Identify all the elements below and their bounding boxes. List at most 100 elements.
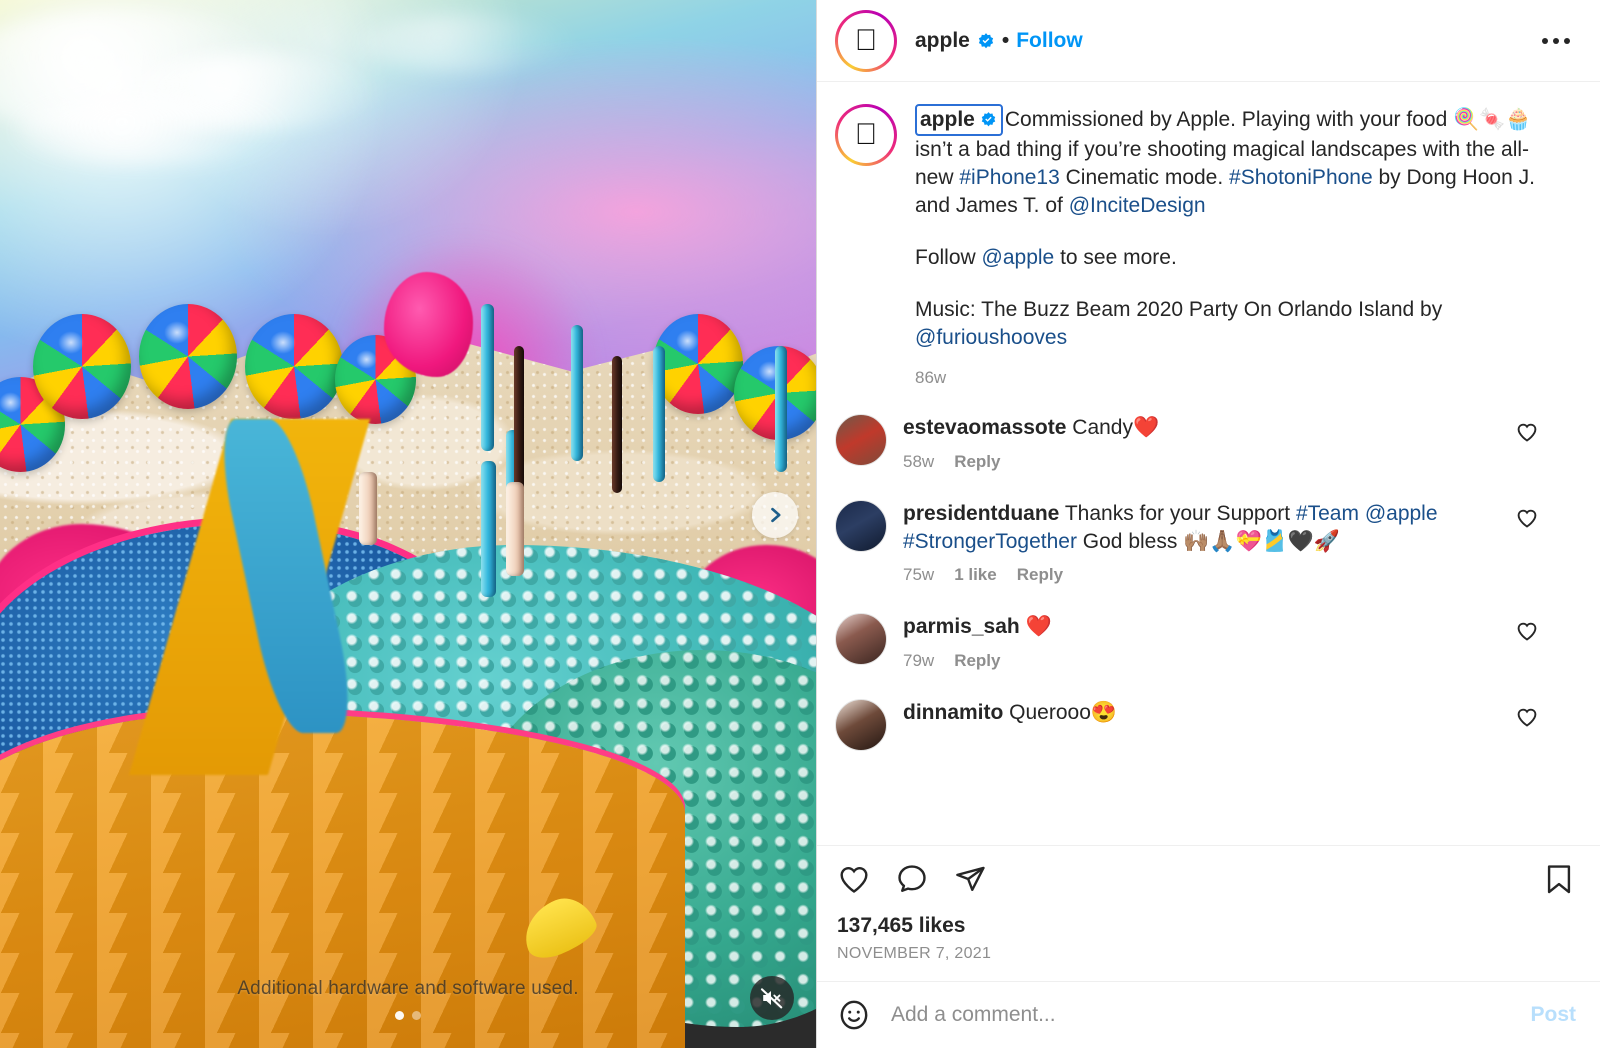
heart-outline-icon bbox=[1517, 423, 1537, 442]
emoji-smiley-icon bbox=[840, 1000, 868, 1030]
caption-follow-text-a: Follow bbox=[915, 245, 982, 269]
comment-meta: 75w 1 like Reply bbox=[903, 565, 1503, 585]
comment-text: estevaomassote Candy❤️ bbox=[903, 414, 1503, 442]
avatar[interactable] bbox=[835, 613, 887, 666]
comment-username[interactable]: parmis_sah bbox=[903, 615, 1020, 638]
carousel-next-button[interactable] bbox=[752, 492, 798, 538]
more-options-button[interactable] bbox=[1534, 30, 1578, 52]
comment-emoji: ❤️ bbox=[1132, 416, 1160, 440]
verified-badge-icon bbox=[980, 111, 998, 129]
comment-bubble-icon bbox=[898, 865, 926, 892]
carousel-dots bbox=[0, 1011, 816, 1020]
muted-speaker-icon bbox=[760, 988, 783, 1009]
caption-text-1: Commissioned by Apple. Playing with your… bbox=[1004, 108, 1454, 131]
verified-badge-icon bbox=[977, 32, 995, 50]
candy-stick bbox=[481, 461, 497, 598]
carousel-dot[interactable] bbox=[412, 1011, 421, 1020]
comment-meta: 79w Reply bbox=[903, 651, 1503, 671]
caption-text-3: Cinematic mode. bbox=[1059, 165, 1230, 189]
comment-text: presidentduane Thanks for your Support #… bbox=[903, 500, 1503, 555]
comment-emoji: 🙌🏽🙏🏽💝🎽🖤🚀 bbox=[1183, 529, 1341, 553]
comment-reply-button[interactable]: Reply bbox=[1017, 565, 1063, 585]
comment-message-2: God bless bbox=[1076, 529, 1184, 553]
avatar[interactable] bbox=[835, 414, 887, 467]
media-overlay-caption: Additional hardware and software used. bbox=[237, 978, 579, 999]
avatar:  bbox=[840, 109, 892, 161]
comment-reply-button[interactable]: Reply bbox=[954, 651, 1000, 671]
avatar:  bbox=[840, 14, 892, 67]
emoji-picker-button[interactable] bbox=[837, 998, 871, 1032]
comment-like-button[interactable] bbox=[1515, 420, 1541, 449]
header-username[interactable]: apple bbox=[915, 29, 970, 53]
comment-mention-apple[interactable]: @apple bbox=[1365, 502, 1438, 525]
mention-furioushooves[interactable]: @furioushooves bbox=[915, 326, 1067, 349]
comment-item: presidentduane Thanks for your Support #… bbox=[817, 486, 1600, 599]
comment-button[interactable] bbox=[895, 862, 929, 896]
hashtag-iphone13[interactable]: #iPhone13 bbox=[959, 166, 1059, 189]
comment-reply-button[interactable]: Reply bbox=[954, 452, 1000, 472]
comment-username[interactable]: estevaomassote bbox=[903, 416, 1066, 439]
add-comment-input[interactable] bbox=[889, 1002, 1513, 1028]
comment-emoji: ❤️ bbox=[1025, 615, 1052, 639]
lollipop bbox=[244, 314, 343, 420]
comment-like-button[interactable] bbox=[1515, 619, 1541, 648]
comment-like-button[interactable] bbox=[1515, 705, 1541, 734]
comment-body: dinnamito Querooo😍 bbox=[903, 699, 1503, 727]
heart-outline-icon bbox=[840, 867, 868, 893]
lollipop bbox=[138, 303, 237, 409]
caption-body: apple Commissioned by Apple. Playing wit… bbox=[915, 104, 1545, 390]
dot bbox=[1553, 37, 1559, 44]
post-comment-button[interactable]: Post bbox=[1530, 1003, 1576, 1027]
heart-outline-icon bbox=[1517, 708, 1537, 727]
add-comment-bar: Post bbox=[817, 981, 1600, 1048]
instagram-post: Additional hardware and software used. a… bbox=[0, 0, 1600, 1048]
dot bbox=[1542, 37, 1548, 44]
comment-like-button[interactable] bbox=[1515, 506, 1541, 535]
comment-hashtag-strongertogether[interactable]: #StrongerTogether bbox=[903, 530, 1077, 553]
comment-body: parmis_sah ❤️ 79w Reply bbox=[903, 613, 1503, 671]
caption-timestamp: 86w bbox=[915, 368, 947, 388]
comment-text: dinnamito Querooo😍 bbox=[903, 699, 1503, 727]
comments-scroll-area[interactable]:  apple Commissioned by Apple. Playing w… bbox=[817, 82, 1600, 845]
header-separator: • bbox=[1001, 28, 1010, 52]
comment-username[interactable]: dinnamito bbox=[903, 701, 1003, 724]
hashtag-shotoniphone[interactable]: #ShotoniPhone bbox=[1229, 166, 1373, 189]
caption-username-focused[interactable]: apple bbox=[915, 104, 1003, 136]
share-button[interactable] bbox=[953, 862, 987, 896]
post-media[interactable]: Additional hardware and software used. bbox=[0, 0, 816, 1048]
chevron-right-icon bbox=[771, 507, 781, 523]
comment-message: Candy bbox=[1066, 416, 1133, 440]
caption-username[interactable]: apple bbox=[920, 106, 975, 134]
comment-time: 58w bbox=[903, 451, 935, 471]
save-button[interactable] bbox=[1542, 862, 1576, 896]
avatar[interactable] bbox=[835, 499, 887, 552]
licorice-stick bbox=[514, 345, 524, 493]
post-header:  apple • Follow bbox=[817, 0, 1600, 82]
comment-time: 79w bbox=[903, 650, 935, 670]
candy-stick bbox=[571, 324, 584, 462]
caption-avatar-ring[interactable]:  bbox=[835, 104, 897, 166]
profile-avatar-ring[interactable]:  bbox=[835, 9, 897, 72]
caption-follow-block: Follow @apple to see more. bbox=[915, 244, 1545, 272]
caption-music-text: Music: The Buzz Beam 2020 Party On Orlan… bbox=[915, 297, 1443, 321]
licorice-stick bbox=[612, 356, 622, 493]
like-button[interactable] bbox=[837, 862, 871, 896]
caption:  apple Commissioned by Apple. Playing w… bbox=[817, 82, 1600, 400]
header-identity: apple • Follow bbox=[915, 29, 1083, 53]
avatar[interactable] bbox=[835, 698, 887, 751]
bookmark-outline-icon bbox=[1547, 865, 1571, 894]
mention-apple[interactable]: @apple bbox=[982, 246, 1055, 269]
comment-body: estevaomassote Candy❤️ 58w Reply bbox=[903, 414, 1503, 472]
mention-incitedesign[interactable]: @InciteDesign bbox=[1069, 194, 1206, 217]
caption-follow-text-b: to see more. bbox=[1054, 245, 1177, 269]
comment-hashtag-team[interactable]: #Team bbox=[1296, 502, 1359, 525]
caption-emoji-2: 🧁 bbox=[1505, 108, 1532, 131]
follow-button[interactable]: Follow bbox=[1016, 29, 1083, 53]
comment-username[interactable]: presidentduane bbox=[903, 502, 1059, 525]
likes-count[interactable]: 137,465 likes bbox=[837, 914, 1576, 938]
comment-likes-count[interactable]: 1 like bbox=[954, 565, 997, 585]
carousel-dot-active[interactable] bbox=[395, 1011, 404, 1020]
marshmallow-stick bbox=[505, 482, 524, 577]
comment-meta: 58w Reply bbox=[903, 452, 1503, 472]
candy-landscape-artwork bbox=[0, 0, 816, 1048]
